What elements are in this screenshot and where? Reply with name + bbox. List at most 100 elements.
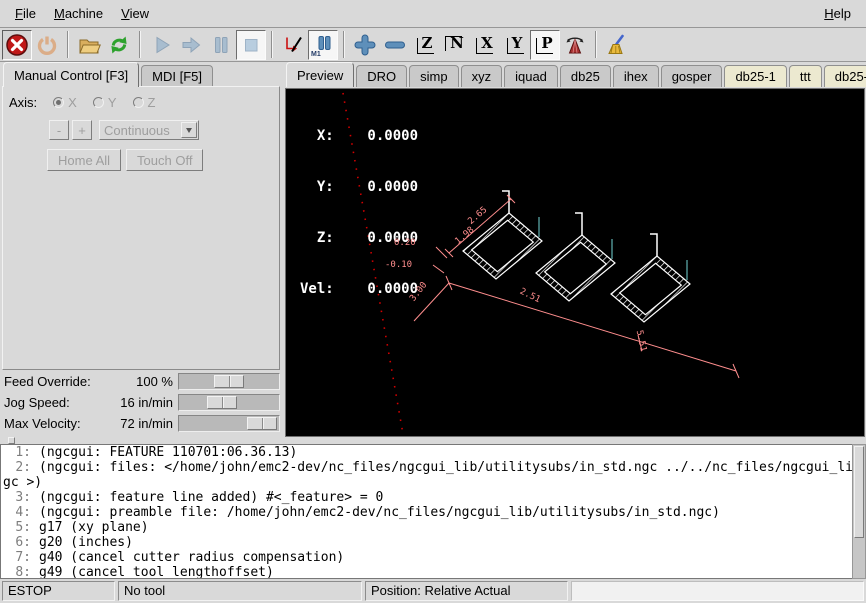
gcode-line: 7:g40 (cancel cutter radius compensation… [1,550,852,565]
rotate-cone-icon [563,33,587,57]
view-top-button[interactable]: Z [410,30,440,60]
tab-db25-1[interactable]: db25-1 [724,65,786,87]
gcode-line: 2:(ngcgui: files: </home/john/emc2-dev/n… [1,460,852,475]
optional-pause-m1-button[interactable]: M1 [308,30,338,60]
zoom-out-button[interactable] [380,30,410,60]
jog-increment-combobox[interactable]: Continuous [99,120,199,140]
feed-override-handle[interactable] [214,375,244,388]
reload-file-button[interactable] [104,30,134,60]
machine-power-button[interactable] [32,30,62,60]
gcode-scrollbar[interactable] [852,444,866,579]
touch-off-button[interactable]: Touch Off [126,149,203,171]
jog-speed-label: Jog Speed: [2,395,106,410]
preview-panel: Preview DRO simp xyz iquad db25 ihex gos… [284,62,866,437]
tab-preview[interactable]: Preview [286,62,354,87]
gcode-line: 3:(ngcgui: feature line added) #<_featur… [1,490,852,505]
pause-icon [209,33,233,57]
axis-window: File Machine View Help [0,0,866,603]
gcode-line-continuation: gc >) [1,475,852,490]
toolbar-separator [595,31,597,58]
pane-divider[interactable] [0,437,866,444]
dimension-label: 0.20 [394,238,416,248]
manual-control-panel: Manual Control [F3] MDI [F5] Axis: X Y Z [0,62,284,437]
max-velocity-value: 72 in/min [111,416,173,431]
menu-machine[interactable]: Machine [45,2,112,25]
view-y-letter: Y [505,34,526,55]
menu-help[interactable]: Help [815,2,860,25]
max-velocity-label: Max Velocity: [2,416,106,431]
jog-speed-slider[interactable] [178,394,280,411]
estop-button[interactable] [2,30,32,60]
tab-iquad[interactable]: iquad [504,65,558,87]
home-all-button[interactable]: Home All [47,149,121,171]
step-arrow-icon [179,33,203,57]
status-machine-state: ESTOP [2,581,115,601]
tab-dro[interactable]: DRO [356,65,407,87]
chevron-down-icon[interactable] [181,122,197,138]
view-side-button[interactable]: X [470,30,500,60]
gcode-listing[interactable]: 1:(ngcgui: FEATURE 110701:06.36.13) 2:(n… [0,444,852,579]
tab-db25-2[interactable]: db25-2 [824,65,866,87]
status-tool: No tool [118,581,362,601]
gcode-line: 6:g20 (inches) [1,535,852,550]
feed-override-slider[interactable] [178,373,280,390]
radio-x-icon[interactable] [53,97,64,108]
status-filler [571,581,864,601]
run-button[interactable] [146,30,176,60]
open-file-button[interactable] [74,30,104,60]
home-row: Home All Touch Off [47,149,279,171]
tab-gosper[interactable]: gosper [661,65,723,87]
axis-radio-z[interactable]: Z [133,95,156,110]
step-button[interactable] [176,30,206,60]
axis-radio-y[interactable]: Y [93,95,117,110]
menu-view[interactable]: View [112,2,158,25]
toggle-skip-lines-button[interactable] [278,30,308,60]
preview-canvas[interactable]: X: 0.0000 Y: 0.0000 Z: 0.0000 Vel: 0.000… [285,88,865,437]
radio-z-icon[interactable] [133,97,144,108]
zoom-in-button[interactable] [350,30,380,60]
radio-z-label: Z [148,95,156,110]
pause-button[interactable] [206,30,236,60]
jog-row: - + Continuous [49,120,279,140]
max-velocity-row: Max Velocity: 72 in/min [2,413,280,434]
gcode-scrollbar-thumb[interactable] [854,446,864,538]
menu-file[interactable]: File [6,2,45,25]
axis-label: Axis: [9,95,37,110]
gcode-line: 8:g49 (cancel tool lengthoffset) [1,565,852,579]
menubar: File Machine View Help [0,0,866,28]
max-velocity-slider[interactable] [178,415,280,432]
statusbar: ESTOP No tool Position: Relative Actual [0,579,866,603]
radio-x-label: X [68,95,77,110]
jog-speed-handle[interactable] [207,396,237,409]
view-perspective-button[interactable]: P [530,30,560,60]
stop-icon [239,33,263,57]
tab-xyz[interactable]: xyz [461,65,503,87]
view-front-button[interactable]: Y [500,30,530,60]
radio-y-icon[interactable] [93,97,104,108]
axis-radio-x[interactable]: X [53,95,77,110]
tab-ihex[interactable]: ihex [613,65,659,87]
right-tabbar: Preview DRO simp xyz iquad db25 ihex gos… [286,62,866,87]
jog-speed-row: Jog Speed: 16 in/min [2,392,280,413]
tab-ttt[interactable]: ttt [789,65,822,87]
view-rotated-top-button[interactable]: N [440,30,470,60]
tab-manual-control[interactable]: Manual Control [F3] [3,62,139,87]
tab-db25[interactable]: db25 [560,65,611,87]
clear-plot-button[interactable] [602,30,632,60]
radio-y-label: Y [108,95,117,110]
jog-plus-button[interactable]: + [72,120,92,140]
axis-row: Axis: X Y Z [9,95,279,110]
skip-lines-icon [281,33,305,57]
stop-button[interactable] [236,30,266,60]
jog-minus-button[interactable]: - [49,120,69,140]
power-icon [35,33,59,57]
rotate-view-button[interactable] [560,30,590,60]
pane-sash-grip[interactable] [8,437,15,444]
jog-speed-value: 16 in/min [111,395,173,410]
reload-icon [107,33,131,57]
gcode-line: 1:(ngcgui: FEATURE 110701:06.36.13) [1,445,852,460]
max-velocity-handle[interactable] [247,417,277,430]
tab-simp[interactable]: simp [409,65,458,87]
tab-mdi[interactable]: MDI [F5] [141,65,213,87]
minus-icon [383,33,407,57]
